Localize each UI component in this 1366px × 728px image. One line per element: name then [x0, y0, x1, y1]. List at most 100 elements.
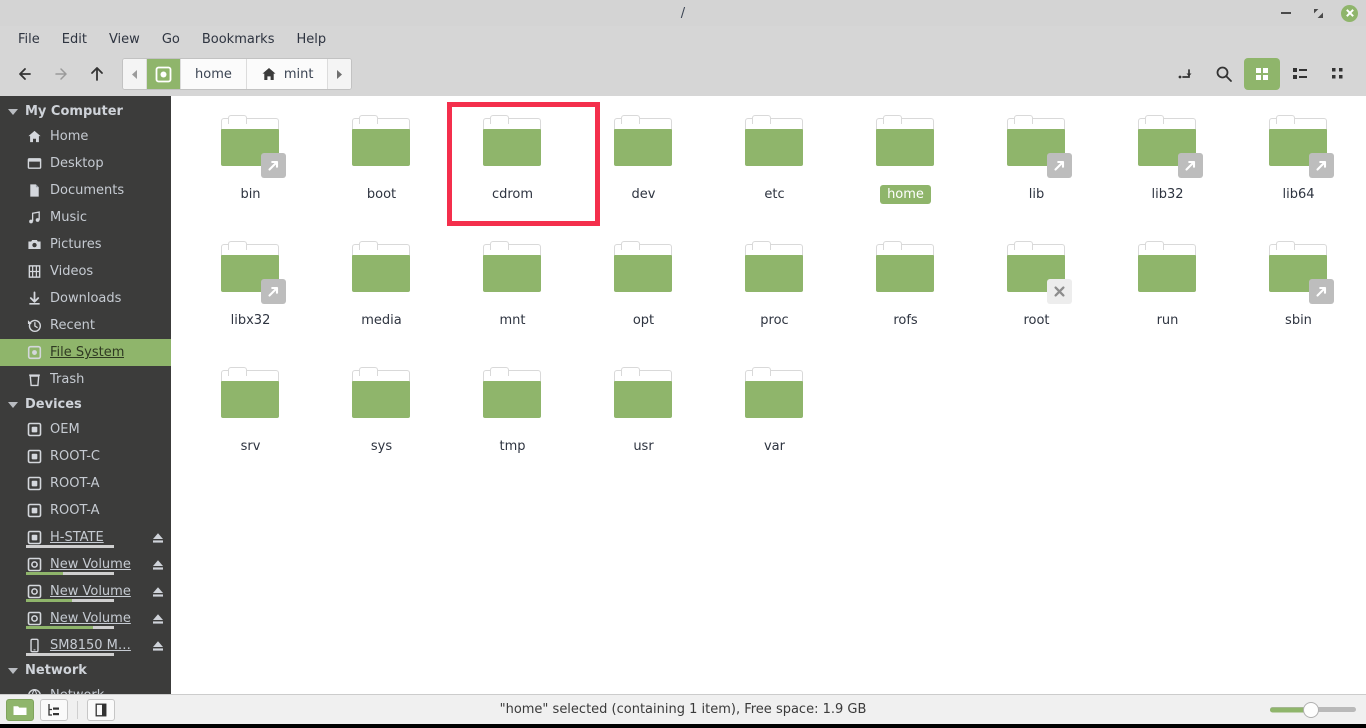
- file-item[interactable]: libx32: [185, 232, 316, 358]
- breadcrumb: home mint: [122, 58, 353, 90]
- zoom-slider[interactable]: [1270, 701, 1356, 719]
- zoom-knob[interactable]: [1303, 701, 1320, 718]
- path-entry-icon[interactable]: [1168, 58, 1204, 90]
- list-view-icon[interactable]: [1282, 58, 1318, 90]
- file-item[interactable]: lib: [971, 106, 1102, 232]
- file-item[interactable]: usr: [578, 358, 709, 484]
- file-item[interactable]: home: [840, 106, 971, 232]
- file-grid: bin boot cdrom dev etc home lib lib32 lib64 libx3…: [171, 102, 1366, 484]
- folder-icon: [481, 241, 545, 302]
- folder-icon: [350, 367, 414, 428]
- breadcrumb-item-file-system[interactable]: [147, 59, 181, 89]
- eject-icon[interactable]: [151, 612, 165, 626]
- symlink-badge-icon: [1308, 153, 1334, 178]
- sidebar-section-network[interactable]: Network: [0, 659, 171, 682]
- file-item[interactable]: boot: [316, 106, 447, 232]
- eject-icon[interactable]: [151, 585, 165, 599]
- file-item[interactable]: tmp: [447, 358, 578, 484]
- sidebar-item-new-volume[interactable]: New Volume: [0, 578, 171, 605]
- device-usage-meter: [26, 545, 114, 548]
- sidebar-item-label: ROOT-C: [50, 449, 101, 464]
- sidebar-item-recent[interactable]: Recent: [0, 312, 171, 339]
- file-item[interactable]: sbin: [1233, 232, 1364, 358]
- eject-icon[interactable]: [151, 639, 165, 653]
- sidebar-item-downloads[interactable]: Downloads: [0, 285, 171, 312]
- file-item[interactable]: rofs: [840, 232, 971, 358]
- sidebar-item-home[interactable]: Home: [0, 123, 171, 150]
- breadcrumb-item-mint[interactable]: mint: [246, 59, 329, 89]
- compact-view-icon[interactable]: [1320, 58, 1356, 90]
- folder-icon: [350, 241, 414, 302]
- back-icon[interactable]: [8, 59, 42, 89]
- file-item-label: boot: [366, 187, 397, 202]
- sidebar-item-new-volume[interactable]: New Volume: [0, 605, 171, 632]
- maximize-icon[interactable]: [1309, 4, 1327, 22]
- disk-icon: [26, 584, 42, 600]
- file-view[interactable]: bin boot cdrom dev etc home lib lib32 lib64 libx3…: [171, 96, 1366, 694]
- sidebar-item-music[interactable]: Music: [0, 204, 171, 231]
- file-item[interactable]: opt: [578, 232, 709, 358]
- sidebar-item-root-c[interactable]: ROOT-C: [0, 443, 171, 470]
- menu-bookmarks[interactable]: Bookmarks: [192, 29, 285, 50]
- up-icon[interactable]: [80, 59, 114, 89]
- sidebar-item-desktop[interactable]: Desktop: [0, 150, 171, 177]
- sidebar-icon[interactable]: [87, 698, 115, 721]
- sidebar-item-network[interactable]: Network: [0, 682, 171, 694]
- menu-help[interactable]: Help: [286, 29, 336, 50]
- file-item[interactable]: lib64: [1233, 106, 1364, 232]
- file-item[interactable]: mnt: [447, 232, 578, 358]
- search-icon[interactable]: [1206, 58, 1242, 90]
- folder-icon: [1136, 241, 1200, 302]
- folder-icon[interactable]: [6, 698, 34, 721]
- sidebar-item-h-state[interactable]: H-STATE: [0, 524, 171, 551]
- tree-icon[interactable]: [40, 698, 68, 721]
- sidebar-item-new-volume[interactable]: New Volume: [0, 551, 171, 578]
- file-item[interactable]: dev: [578, 106, 709, 232]
- file-item[interactable]: root: [971, 232, 1102, 358]
- file-item-label: lib: [1028, 187, 1045, 202]
- sidebar-item-trash[interactable]: Trash: [0, 366, 171, 393]
- file-item[interactable]: run: [1102, 232, 1233, 358]
- sidebar[interactable]: My Computer Home Desktop Documents Music Pict…: [0, 96, 171, 694]
- file-item-label: home: [880, 185, 931, 204]
- sidebar-item-file-system[interactable]: File System: [0, 339, 171, 366]
- sidebar-item-label: Music: [50, 210, 87, 225]
- file-item[interactable]: srv: [185, 358, 316, 484]
- file-item[interactable]: bin: [185, 106, 316, 232]
- file-item[interactable]: cdrom: [447, 102, 600, 232]
- eject-icon[interactable]: [151, 531, 165, 545]
- phone-icon: [26, 638, 42, 654]
- close-icon[interactable]: [1341, 4, 1358, 22]
- file-item[interactable]: media: [316, 232, 447, 358]
- sidebar-section-devices[interactable]: Devices: [0, 393, 171, 416]
- minimize-icon[interactable]: [1277, 4, 1295, 22]
- sidebar-item-documents[interactable]: Documents: [0, 177, 171, 204]
- menu-view[interactable]: View: [99, 29, 150, 50]
- breadcrumb-scroll-left[interactable]: [123, 59, 147, 89]
- drive-icon: [26, 422, 42, 438]
- menu-file[interactable]: File: [8, 29, 50, 50]
- file-item[interactable]: lib32: [1102, 106, 1233, 232]
- sidebar-item-sm8150-m[interactable]: SM8150 M…: [0, 632, 171, 659]
- breadcrumb-scroll-right[interactable]: [328, 59, 352, 89]
- sidebar-item-root-a[interactable]: ROOT-A: [0, 497, 171, 524]
- file-item-label: cdrom: [491, 187, 534, 202]
- folder-icon: [1136, 115, 1203, 178]
- file-item[interactable]: sys: [316, 358, 447, 484]
- sidebar-item-root-a[interactable]: ROOT-A: [0, 470, 171, 497]
- sidebar-item-videos[interactable]: Videos: [0, 258, 171, 285]
- file-item-label: tmp: [499, 439, 526, 454]
- sidebar-item-oem[interactable]: OEM: [0, 416, 171, 443]
- file-item[interactable]: etc: [709, 106, 840, 232]
- menu-edit[interactable]: Edit: [52, 29, 97, 50]
- eject-icon[interactable]: [151, 558, 165, 572]
- menu-go[interactable]: Go: [152, 29, 190, 50]
- sidebar-item-pictures[interactable]: Pictures: [0, 231, 171, 258]
- file-item[interactable]: var: [709, 358, 840, 484]
- file-item[interactable]: proc: [709, 232, 840, 358]
- sidebar-section-my-computer[interactable]: My Computer: [0, 100, 171, 123]
- forward-icon[interactable]: [44, 59, 78, 89]
- sidebar-item-label: Pictures: [50, 237, 102, 252]
- grid-view-icon[interactable]: [1244, 58, 1280, 90]
- breadcrumb-item-home[interactable]: home: [181, 59, 247, 89]
